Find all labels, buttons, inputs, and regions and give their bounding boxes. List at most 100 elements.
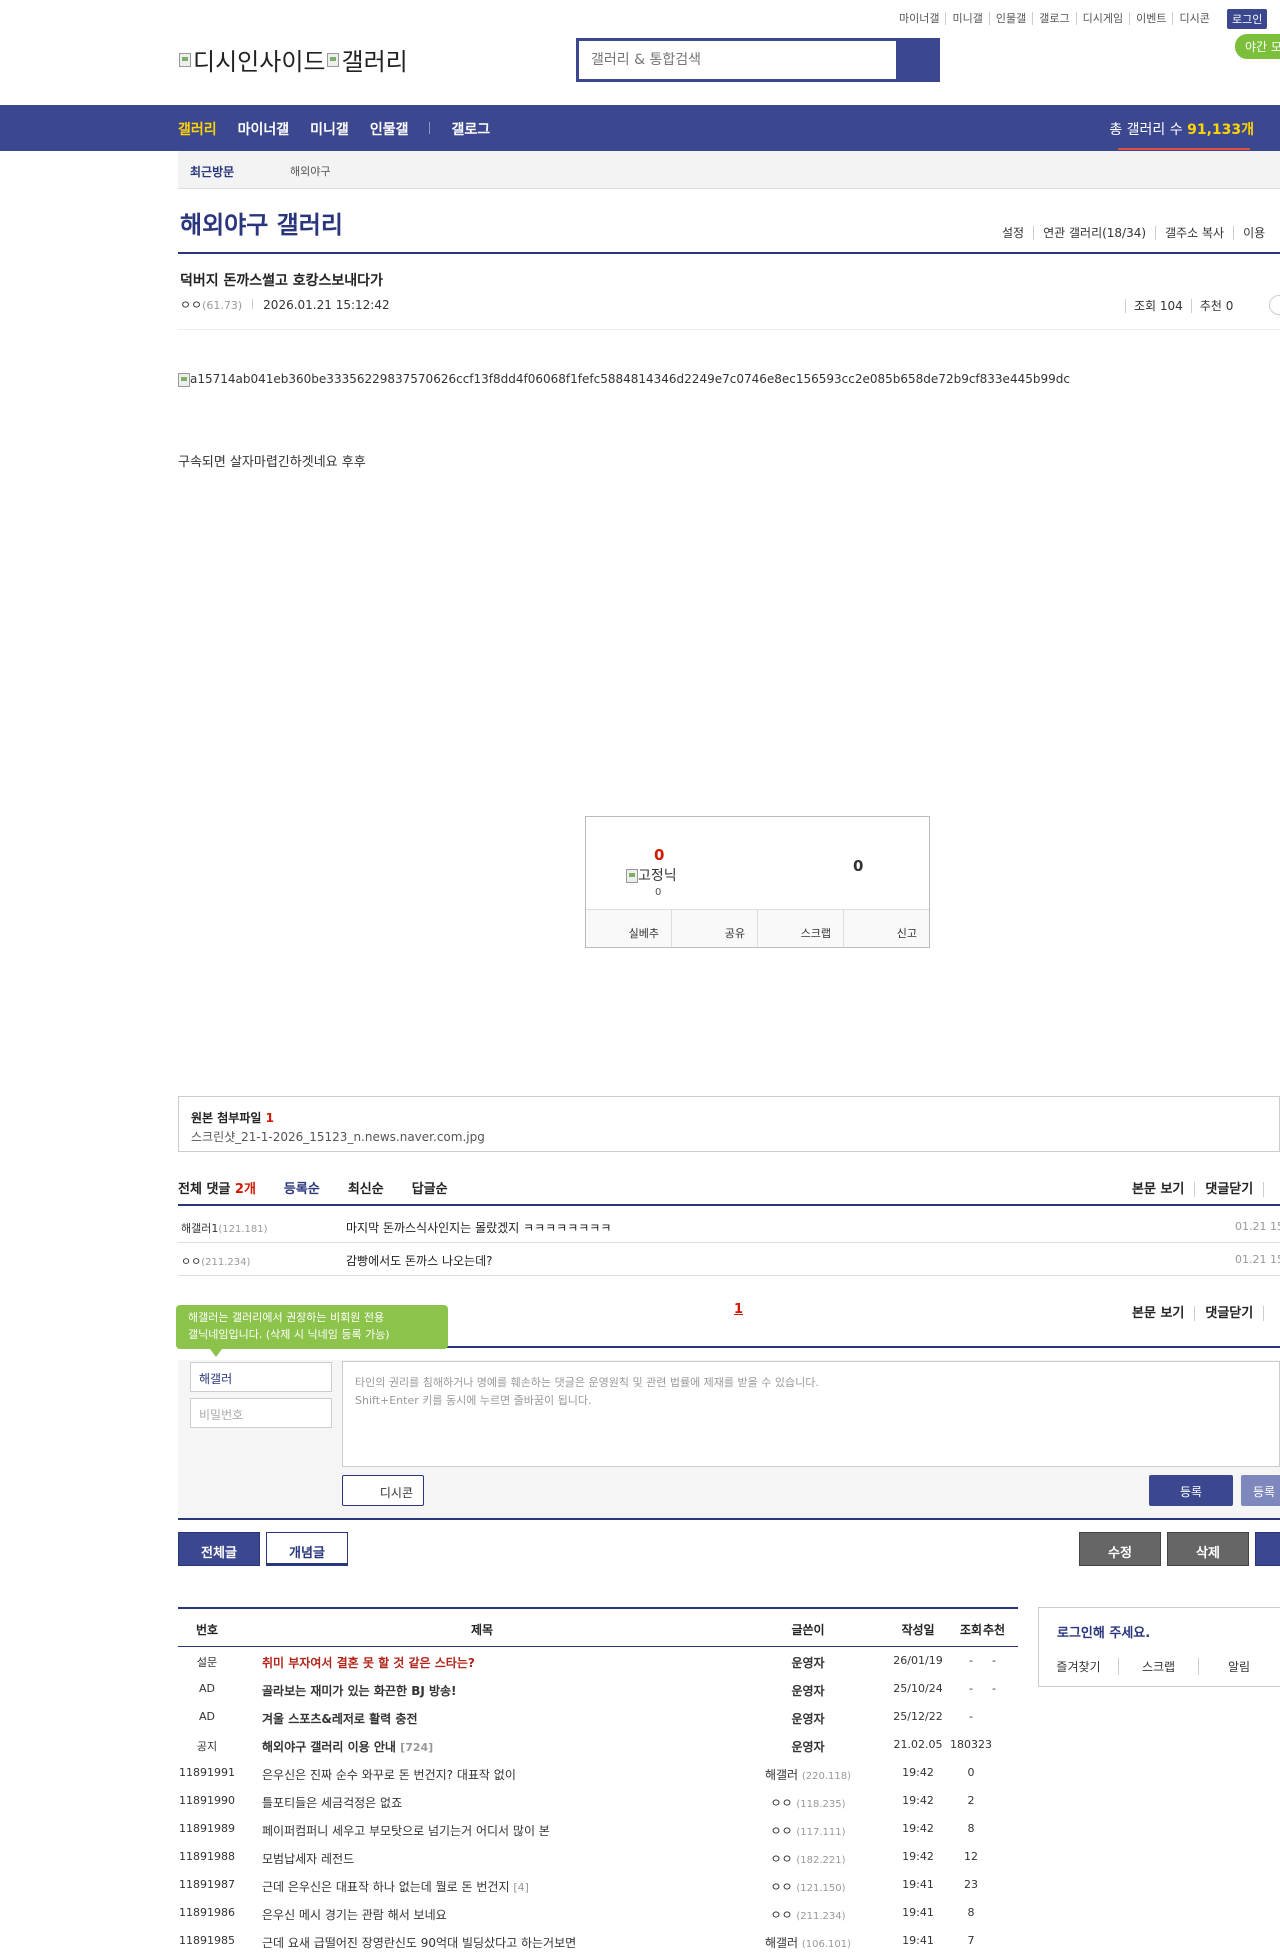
dccon-button[interactable]: 디시콘 [342, 1475, 424, 1506]
delete-button[interactable]: 삭제 [1167, 1532, 1249, 1566]
total-gallery-value: 91,133개 [1187, 122, 1254, 138]
edit-button[interactable]: 수정 [1079, 1532, 1161, 1566]
fixed-nick-recommend[interactable]: 고정닉 [626, 865, 677, 885]
login-box: 로그인해 주세요. 즐겨찾기 스크랩 알림 [1038, 1607, 1280, 1687]
post-body-text: 구속되면 살자마렵긴하겟네요 후후 [178, 455, 366, 470]
table-row[interactable]: 11891985 근데 요새 급떨어진 장영란신도 90억대 빌딩샀다고 하는거보… [178, 1927, 1018, 1955]
close-comments-link-bottom[interactable]: 댓글닫기 [1195, 1306, 1265, 1321]
post-header-divider [178, 329, 1280, 330]
row-writer[interactable]: ㅇㅇ (117.111) [738, 1822, 878, 1839]
scrap-button[interactable]: 스크랩 [758, 910, 844, 947]
close-comments-link[interactable]: 댓글닫기 [1195, 1182, 1265, 1197]
top-nav-gallog[interactable]: 갤로그 [1033, 12, 1077, 25]
table-row[interactable]: 공지 해외야구 갤러리 이용 안내 [724] 운영자 21.02.05 180323 [178, 1731, 1018, 1759]
gallery-usage-link[interactable]: 이용 [1234, 226, 1274, 240]
top-nav-minor[interactable]: 마이너갤 [893, 12, 947, 25]
attachment-file-link[interactable]: 스크린샷_21-1-2026_15123_n.news.naver.com.jp… [191, 1128, 485, 1145]
share-button[interactable]: 공유 [672, 910, 758, 947]
table-row[interactable]: 11891988 모범납세자 레전드 ㅇㅇ (182.221) 19:42 12 [178, 1843, 1018, 1871]
report-button[interactable]: 신고 [844, 910, 929, 947]
login-button[interactable]: 로그인 [1227, 9, 1268, 29]
top-nav-event[interactable]: 이벤트 [1130, 12, 1174, 25]
sort-latest[interactable]: 최신순 [348, 1178, 384, 1197]
site-logo[interactable]: 디시인사이드 갤러리 [179, 42, 408, 77]
row-writer[interactable]: 운영자 [738, 1738, 878, 1755]
post-author[interactable]: ㅇㅇ [180, 298, 202, 312]
copy-gallery-url-link[interactable]: 갤주소 복사 [1156, 226, 1235, 240]
row-comment-count: [724] [400, 1741, 434, 1754]
login-box-title[interactable]: 로그인해 주세요. [1057, 1622, 1150, 1641]
top-nav-person[interactable]: 인물갤 [989, 12, 1034, 25]
row-title[interactable]: 근데 은우신은 대표작 하나 없는데 뭘로 돈 번건지 [4] [262, 1878, 529, 1895]
comment-textarea[interactable]: 타인의 권리를 침해하거나 명예를 훼손하는 댓글은 운영원칙 및 관련 법률에… [342, 1361, 1280, 1467]
favorites-link[interactable]: 즐겨찾기 [1039, 1658, 1119, 1675]
scrap-link[interactable]: 스크랩 [1119, 1658, 1199, 1675]
row-views: 12 [964, 1850, 978, 1863]
table-row[interactable]: 11891986 은우신 메시 경기는 관람 해서 보네요 ㅇㅇ (211.234… [178, 1899, 1018, 1927]
gnb-mini[interactable]: 미니갤 [310, 119, 349, 139]
row-writer[interactable]: 운영자 [738, 1654, 878, 1671]
row-writer[interactable]: ㅇㅇ (211.234) [738, 1906, 878, 1923]
row-title[interactable]: 은우신 메시 경기는 관람 해서 보네요 [262, 1906, 447, 1923]
sort-registered[interactable]: 등록순 [284, 1178, 320, 1197]
row-writer[interactable]: ㅇㅇ (121.150) [738, 1878, 878, 1895]
table-row[interactable]: 설문 취미 부자여서 결혼 못 할 것 같은 스타는? 운영자 26/01/19-… [178, 1647, 1018, 1675]
row-title[interactable]: 모범납세자 레전드 [262, 1850, 354, 1867]
comment-nick[interactable]: ㅇㅇ(211.234) [181, 1253, 250, 1269]
search-button[interactable] [896, 41, 937, 79]
table-row[interactable]: 11891989 페이퍼컴퍼니 세우고 부모탓으로 넘기는거 어디서 많이 본 ㅇ… [178, 1815, 1018, 1843]
write-button[interactable] [1255, 1532, 1280, 1566]
top-nav-dccon[interactable]: 디시콘 [1173, 12, 1215, 25]
row-writer[interactable]: 운영자 [738, 1710, 878, 1727]
view-body-link[interactable]: 본문 보기 [1122, 1182, 1196, 1197]
gnb-person[interactable]: 인물갤 [370, 119, 409, 139]
search-input[interactable] [579, 41, 896, 79]
view-body-link-bottom[interactable]: 본문 보기 [1122, 1306, 1196, 1321]
row-writer[interactable]: ㅇㅇ (182.221) [738, 1850, 878, 1867]
table-row[interactable]: 11891987 근데 은우신은 대표작 하나 없는데 뭘로 돈 번건지 [4] ㅇ… [178, 1871, 1018, 1899]
comment-submit-alt-button[interactable]: 등록 [1241, 1475, 1280, 1506]
table-row[interactable]: 11891990 틀포티들은 세금걱정은 없죠 ㅇㅇ (118.235) 19:42… [178, 1787, 1018, 1815]
best-recommend-button[interactable]: 실베추 [586, 910, 672, 947]
related-gallery-link[interactable]: 연관 갤러리(18/34) [1034, 226, 1157, 240]
gnb-gallog[interactable]: 갤로그 [451, 119, 490, 139]
row-writer[interactable]: 해갤러 (106.101) [738, 1934, 878, 1951]
nickname-field[interactable]: 해갤러 [190, 1362, 332, 1392]
all-posts-button[interactable]: 전체글 [178, 1532, 260, 1566]
row-title[interactable]: 해외야구 갤러리 이용 안내 [724] [262, 1738, 433, 1755]
post-image: a15714ab041eb360be3335622983757062​6ccf1… [178, 372, 1070, 387]
password-field[interactable]: 비밀번호 [190, 1398, 332, 1428]
post-menu-circle-button[interactable] [1269, 295, 1280, 315]
comment-nick[interactable]: 해갤러1(121.181) [181, 1220, 268, 1236]
gallery-title[interactable]: 해외야구 갤러리 [180, 205, 343, 240]
row-writer[interactable]: ㅇㅇ (118.235) [738, 1794, 878, 1811]
row-title[interactable]: 겨울 스포츠&레저로 활력 충전 [262, 1710, 417, 1727]
top-nav-mini[interactable]: 미니갤 [946, 12, 990, 25]
comment-submit-button[interactable]: 등록 [1149, 1475, 1233, 1506]
attachment-label: 원본 첨부파일 [191, 1111, 262, 1125]
table-row[interactable]: 11891991 은우신은 진짜 순수 와꾸로 돈 번건지? 대표작 없이 해갤러… [178, 1759, 1018, 1787]
comment-page-1[interactable]: 1 [734, 1302, 743, 1317]
night-mode-button[interactable]: 야간 모 [1235, 34, 1280, 59]
table-row[interactable]: AD 골라보는 재미가 있는 화끈한 BJ 방송! 운영자 25/10/24- - [178, 1675, 1018, 1703]
row-title[interactable]: 은우신은 진짜 순수 와꾸로 돈 번건지? 대표작 없이 [262, 1766, 516, 1783]
sort-replies[interactable]: 답글순 [412, 1178, 448, 1197]
row-title[interactable]: 골라보는 재미가 있는 화끈한 BJ 방송! [262, 1682, 457, 1699]
row-title[interactable]: 근데 요새 급떨어진 장영란신도 90억대 빌딩샀다고 하는거보면 [262, 1934, 576, 1951]
row-no: 11891991 [179, 1766, 235, 1779]
gnb-minor[interactable]: 마이너갤 [238, 119, 290, 139]
gallery-settings-link[interactable]: 설정 [993, 226, 1035, 240]
top-nav-game[interactable]: 디시게임 [1076, 12, 1131, 25]
gnb-gallery[interactable]: 갤러리 [178, 119, 217, 139]
row-writer[interactable]: 해갤러 (220.118) [738, 1766, 878, 1783]
textarea-placeholder-2: Shift+Enter 키를 동시에 누르면 줄바꿈이 됩니다. [355, 1394, 592, 1407]
recent-visit-item[interactable]: 해외야구 [290, 163, 330, 179]
row-writer[interactable]: 운영자 [738, 1682, 878, 1699]
row-title[interactable]: 틀포티들은 세금걱정은 없죠 [262, 1794, 402, 1811]
textarea-placeholder-1: 타인의 권리를 침해하거나 명예를 훼손하는 댓글은 운영원칙 및 관련 법률에… [355, 1376, 819, 1389]
recommended-posts-button[interactable]: 개념글 [266, 1532, 348, 1566]
table-row[interactable]: AD 겨울 스포츠&레저로 활력 충전 운영자 25/12/22- [178, 1703, 1018, 1731]
notifications-link[interactable]: 알림 [1199, 1658, 1279, 1675]
row-title[interactable]: 페이퍼컴퍼니 세우고 부모탓으로 넘기는거 어디서 많이 본 [262, 1822, 550, 1839]
row-title[interactable]: 취미 부자여서 결혼 못 할 것 같은 스타는? [262, 1654, 475, 1671]
